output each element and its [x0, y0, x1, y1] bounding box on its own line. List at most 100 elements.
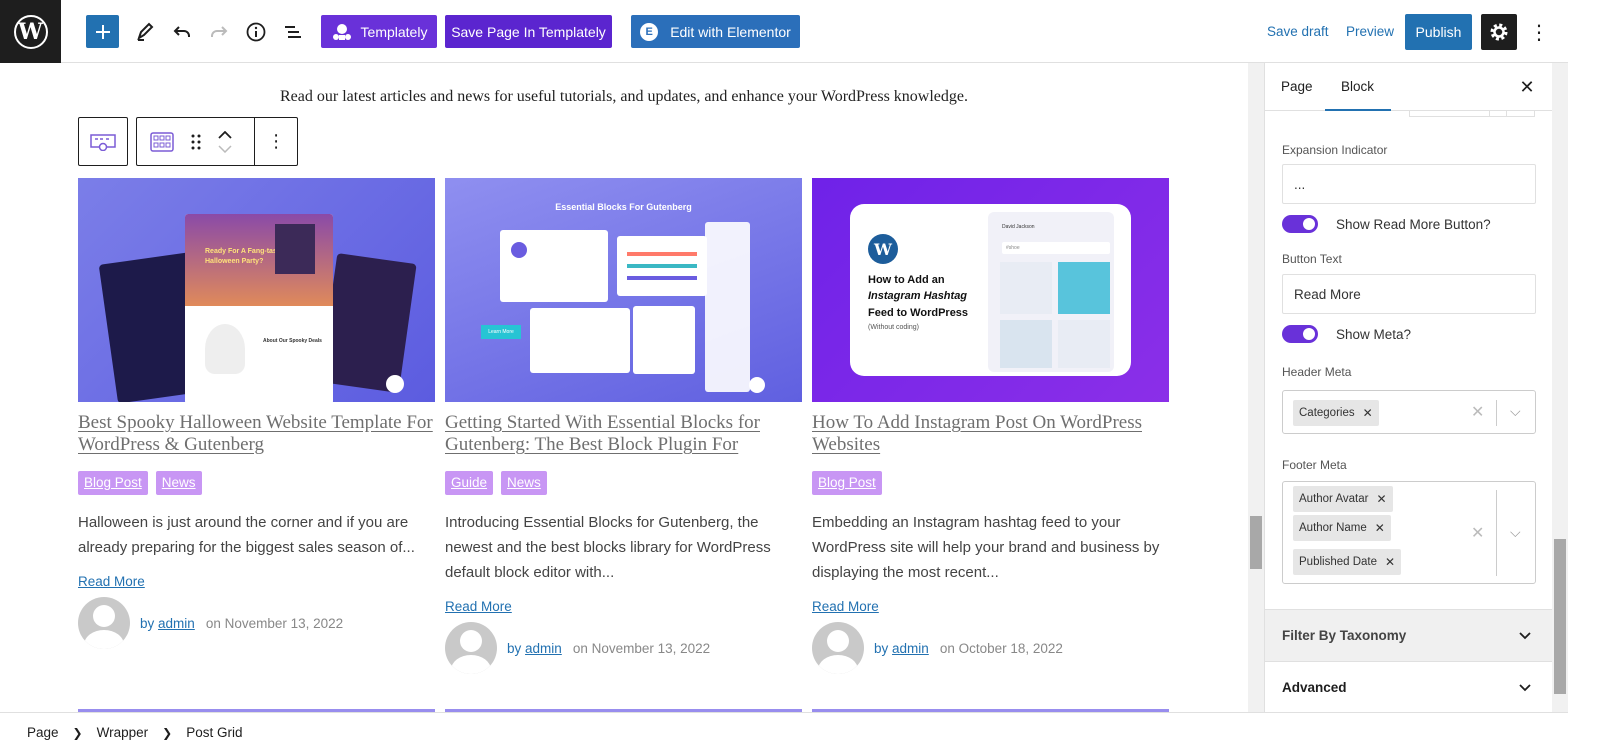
tag-badge[interactable]: Blog Post — [78, 471, 148, 495]
tag-badge[interactable]: Guide — [445, 471, 494, 495]
scrollbar-thumb[interactable] — [1554, 539, 1566, 694]
vertical-ellipsis-icon: ⋮ — [1529, 21, 1549, 44]
post-card: Essential Blocks For Gutenberg Learn Mor… — [445, 178, 802, 674]
chevron-down-icon[interactable]: ⌵ — [1510, 524, 1521, 541]
remove-chip-icon[interactable]: ✕ — [1376, 492, 1386, 506]
clear-icon[interactable]: ✕ — [1471, 523, 1484, 543]
sidebar-tabs: Page Block ✕ — [1265, 63, 1552, 111]
redo-button[interactable] — [202, 15, 235, 48]
save-in-templately-button[interactable]: Save Page In Templately — [445, 15, 612, 48]
read-more-link[interactable]: Read More — [812, 599, 1169, 614]
footer-meta-select[interactable]: Author Avatar ✕ Author Name ✕ Published Da… — [1282, 481, 1536, 584]
tag-badge[interactable]: Blog Post — [812, 471, 882, 495]
post-title[interactable]: Getting Started With Essential Blocks fo… — [445, 412, 802, 456]
chevron-down-icon[interactable]: ⌵ — [1510, 403, 1521, 420]
by-label: by — [874, 640, 889, 656]
tab-page[interactable]: Page — [1281, 79, 1313, 94]
list-view-button[interactable] — [276, 15, 309, 48]
settings-button[interactable] — [1481, 14, 1517, 50]
post-title[interactable]: How To Add Instagram Post On WordPress W… — [812, 412, 1169, 456]
expansion-indicator-input[interactable]: ... — [1282, 164, 1536, 204]
tag-badge[interactable]: News — [501, 471, 547, 495]
breadcrumb-item-wrapper[interactable]: Wrapper — [97, 725, 149, 740]
sidebar-scrollbar[interactable] — [1552, 63, 1568, 712]
button-text-input[interactable]: Read More — [1282, 274, 1536, 314]
filter-by-taxonomy-panel[interactable]: Filter By Taxonomy — [1265, 609, 1552, 661]
move-down-icon[interactable] — [218, 144, 232, 153]
author-link[interactable]: admin — [892, 641, 929, 656]
author-byline: by admin — [874, 641, 929, 656]
panel-title: Advanced — [1282, 680, 1347, 695]
expansion-indicator-label: Expansion Indicator — [1282, 143, 1388, 157]
show-read-more-toggle[interactable] — [1282, 215, 1318, 233]
tab-block[interactable]: Block — [1324, 79, 1392, 111]
author-link[interactable]: admin — [525, 641, 562, 656]
info-icon — [246, 22, 265, 41]
post-tags: Guide News — [445, 471, 802, 495]
meta-chip: Author Name ✕ — [1293, 515, 1391, 541]
post-date: on October 18, 2022 — [939, 640, 1063, 656]
post-excerpt: Introducing Essential Blocks for Gutenbe… — [445, 514, 771, 581]
block-options-button[interactable]: ⋮ — [255, 131, 297, 152]
post-thumbnail[interactable]: Ready For A Fang-tastic Halloween Party?… — [78, 178, 435, 402]
advanced-panel[interactable]: Advanced — [1265, 661, 1552, 712]
remove-chip-icon[interactable]: ✕ — [1385, 555, 1395, 569]
remove-chip-icon[interactable]: ✕ — [1363, 406, 1373, 420]
preview-button[interactable]: Preview — [1346, 24, 1394, 39]
templately-label: Templately — [360, 23, 428, 40]
author-link[interactable]: admin — [158, 616, 195, 631]
block-inserter-button[interactable] — [86, 15, 119, 48]
chevron-down-icon — [1519, 683, 1531, 691]
by-label: by — [140, 615, 155, 631]
close-sidebar-button[interactable]: ✕ — [1515, 75, 1539, 99]
header-meta-select[interactable]: Categories ✕ ✕ ⌵ — [1282, 390, 1536, 434]
drag-handle[interactable] — [187, 134, 205, 150]
templately-button[interactable]: Templately — [321, 15, 437, 48]
footer-meta-label: Footer Meta — [1282, 458, 1347, 472]
read-more-link[interactable]: Read More — [78, 574, 435, 589]
undo-button[interactable] — [165, 15, 198, 48]
elementor-label: Edit with Elementor — [670, 23, 791, 40]
block-type-button[interactable] — [137, 131, 187, 152]
settings-sidebar: Page Block ✕ Expansion Indicator ... Sho… — [1264, 63, 1552, 712]
scrollbar-thumb[interactable] — [1250, 516, 1262, 569]
chevron-right-icon: ❯ — [72, 725, 83, 740]
avatar — [78, 597, 130, 649]
save-draft-button[interactable]: Save draft — [1267, 24, 1329, 39]
by-label: by — [507, 640, 522, 656]
parent-block-button[interactable] — [78, 117, 128, 166]
canvas-scrollbar[interactable] — [1248, 63, 1264, 712]
chip-label: Author Avatar — [1299, 493, 1369, 505]
publish-button[interactable]: Publish — [1405, 14, 1472, 50]
avatar — [812, 622, 864, 674]
move-up-icon[interactable] — [218, 130, 233, 139]
save-in-templately-label: Save Page In Templately — [451, 23, 606, 40]
breadcrumb-item-page[interactable]: Page — [27, 725, 59, 740]
details-button[interactable] — [239, 15, 272, 48]
thumb-text: #shoe — [1002, 242, 1110, 254]
button-text-value: Read More — [1294, 286, 1361, 302]
post-thumbnail[interactable]: Essential Blocks For Gutenberg Learn Mor… — [445, 178, 802, 402]
wordpress-icon: W — [13, 14, 48, 49]
tag-badge[interactable]: News — [155, 471, 202, 495]
header-meta-label: Header Meta — [1282, 365, 1352, 379]
thumb-text: How to Add an — [868, 274, 945, 286]
show-meta-toggle[interactable] — [1282, 325, 1318, 343]
pencil-icon — [136, 22, 153, 41]
clear-icon[interactable]: ✕ — [1471, 402, 1484, 422]
thumb-text: (Without coding) — [868, 324, 919, 331]
post-card: Ready For A Fang-tastic Halloween Party?… — [78, 178, 435, 649]
post-thumbnail[interactable]: W How to Add an Instagram Hashtag Feed t… — [812, 178, 1169, 402]
read-more-link[interactable]: Read More — [445, 599, 802, 614]
move-controls — [205, 130, 247, 153]
breadcrumb-item-post-grid[interactable]: Post Grid — [186, 725, 242, 740]
tools-button[interactable] — [128, 15, 161, 48]
breadcrumb: Page ❯ Wrapper ❯ Post Grid — [0, 712, 1568, 752]
options-button[interactable]: ⋮ — [1526, 16, 1552, 48]
edit-with-elementor-button[interactable]: E Edit with Elementor — [631, 15, 800, 48]
elementor-icon: E — [640, 22, 659, 41]
remove-chip-icon[interactable]: ✕ — [1375, 521, 1385, 535]
post-tags: Blog Post News — [78, 471, 435, 495]
post-title[interactable]: Best Spooky Halloween Website Template F… — [78, 412, 435, 456]
wordpress-logo[interactable]: W — [0, 0, 61, 63]
